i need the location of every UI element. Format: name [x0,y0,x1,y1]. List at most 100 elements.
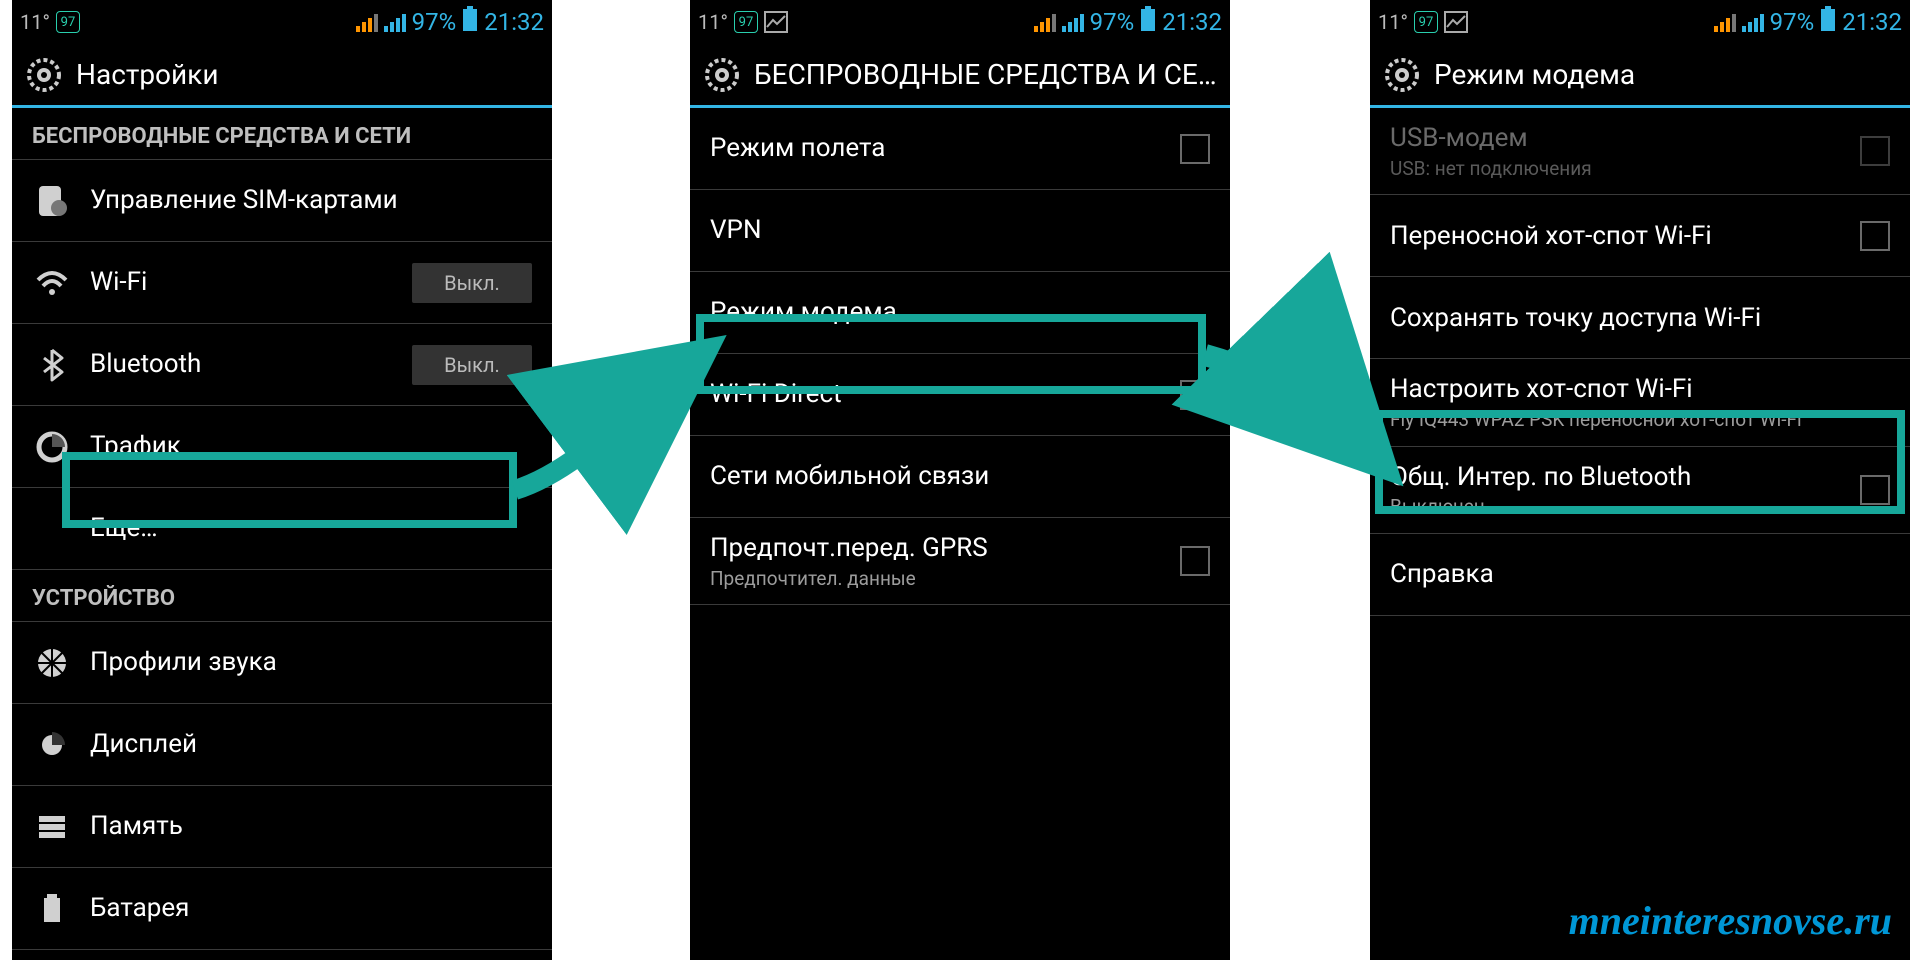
battery-percent: 97% [1770,8,1815,36]
screenshot-icon [764,11,788,33]
clock: 21:32 [1162,8,1222,36]
storage-icon [32,807,72,847]
item-label: Дисплей [90,728,532,761]
item-configure-hotspot[interactable]: Настроить хот-спот Wi-Fi Fly IQ443 WPA2 … [1370,359,1910,446]
item-tethering[interactable]: Режим модема [690,272,1230,354]
signal-sim2-icon [1062,12,1084,32]
notification-badge: 97 [1414,11,1438,33]
signal-sim1-icon [356,12,378,32]
status-bar: 11° 97 97% 21:32 [1370,0,1910,44]
settings-gear-icon [24,55,64,95]
item-mobile-networks[interactable]: Сети мобильной связи [690,436,1230,518]
item-display[interactable]: Дисплей [12,704,552,786]
hotspot-checkbox[interactable] [1860,221,1890,251]
item-sublabel: Предпочтител. данные [710,567,1162,591]
item-label: Общ. Интер. по Bluetooth [1390,461,1842,494]
signal-sim2-icon [384,12,406,32]
status-bar: 11° 97 97% 21:32 [690,0,1230,44]
item-sublabel: Fly IQ443 WPA2 PSK переносной хот-спот W… [1390,408,1890,432]
sim-icon [32,181,72,221]
item-label: Управление SIM-картами [90,184,532,217]
item-wifi[interactable]: Wi-Fi Выкл. [12,242,552,324]
item-label: Еще… [90,512,532,545]
item-bluetooth-share[interactable]: Общ. Интер. по Bluetooth Выключен [1370,447,1910,534]
screen-title: Режим модема [1434,58,1635,91]
item-label: Трафик [90,430,532,463]
usb-checkbox [1860,136,1890,166]
battery-icon [462,6,478,38]
item-usb-modem: USB-модем USB: нет подключения [1370,108,1910,195]
item-label: Батарея [90,892,532,925]
settings-gear-icon [702,55,742,95]
status-bar: 11° 97 97% 21:32 [12,0,552,44]
item-traffic[interactable]: Трафик [12,406,552,488]
item-battery[interactable]: Батарея [12,868,552,950]
battery-percent: 97% [1090,8,1135,36]
notification-badge: 97 [56,11,80,33]
signal-sim2-icon [1742,12,1764,32]
battery-icon [32,889,72,929]
screen-title: БЕСПРОВОДНЫЕ СРЕДСТВА И СЕ… [754,58,1217,91]
item-label: Wi-Fi [90,266,394,299]
item-bluetooth[interactable]: Bluetooth Выкл. [12,324,552,406]
settings-gear-icon [1382,55,1422,95]
screen-settings: 11° 97 97% 21:32 Настройки БЕСПРОВОДНЫЕ … [12,0,552,960]
wifidirect-checkbox[interactable] [1180,380,1210,410]
item-label: Профили звука [90,646,532,679]
screenshot-icon [1444,11,1468,33]
item-label: Предпочт.перед. GPRS [710,532,1162,565]
item-gprs-pref[interactable]: Предпочт.перед. GPRS Предпочтител. данны… [690,518,1230,605]
wifi-toggle[interactable]: Выкл. [412,263,532,303]
battery-icon [1140,6,1156,38]
clock: 21:32 [1842,8,1902,36]
item-apps[interactable]: Приложения [12,950,552,960]
bluetooth-icon [32,345,72,385]
item-label: Wi-Fi Direct [710,378,1162,411]
item-keep-hotspot[interactable]: Сохранять точку доступа Wi-Fi [1370,277,1910,359]
signal-sim1-icon [1714,12,1736,32]
screen-title: Настройки [76,58,218,91]
watermark: mneinteresnovse.ru [1569,897,1892,944]
temperature-indicator: 11° [1378,10,1408,34]
item-label: USB-модем [1390,122,1842,155]
item-label: Режим полета [710,132,1162,165]
item-portable-hotspot[interactable]: Переносной хот-спот Wi-Fi [1370,195,1910,277]
title-bar: БЕСПРОВОДНЫЕ СРЕДСТВА И СЕ… [690,44,1230,108]
btshare-checkbox[interactable] [1860,475,1890,505]
section-wireless: БЕСПРОВОДНЫЕ СРЕДСТВА И СЕТИ [12,108,552,160]
item-label: VPN [710,214,1210,247]
airplane-checkbox[interactable] [1180,134,1210,164]
item-label: Память [90,810,532,843]
battery-percent: 97% [412,8,457,36]
item-label: Режим модема [710,296,1210,329]
data-usage-icon [32,427,72,467]
display-icon [32,725,72,765]
title-bar: Режим модема [1370,44,1910,108]
item-help[interactable]: Справка [1370,534,1910,616]
item-sim-management[interactable]: Управление SIM-картами [12,160,552,242]
bluetooth-toggle[interactable]: Выкл. [412,345,532,385]
item-sound-profiles[interactable]: Профили звука [12,622,552,704]
sound-icon [32,643,72,683]
gprs-checkbox[interactable] [1180,546,1210,576]
section-device: УСТРОЙСТВО [12,570,552,622]
battery-icon [1820,6,1836,38]
item-vpn[interactable]: VPN [690,190,1230,272]
item-label: Настроить хот-спот Wi-Fi [1390,373,1890,406]
item-airplane-mode[interactable]: Режим полета [690,108,1230,190]
item-memory[interactable]: Память [12,786,552,868]
spacer-icon [32,509,72,549]
screen-wireless-more: 11° 97 97% 21:32 БЕСПРОВОДНЫЕ СР [690,0,1230,960]
item-label: Bluetooth [90,348,394,381]
temperature-indicator: 11° [698,10,728,34]
signal-sim1-icon [1034,12,1056,32]
item-sublabel: USB: нет подключения [1390,157,1842,181]
clock: 21:32 [484,8,544,36]
title-bar: Настройки [12,44,552,108]
item-label: Справка [1390,558,1890,591]
item-wifi-direct[interactable]: Wi-Fi Direct [690,354,1230,436]
screen-tethering: 11° 97 97% 21:32 Режим модема [1370,0,1910,960]
item-label: Сохранять точку доступа Wi-Fi [1390,302,1890,335]
item-sublabel: Выключен [1390,495,1842,519]
item-more[interactable]: Еще… [12,488,552,570]
